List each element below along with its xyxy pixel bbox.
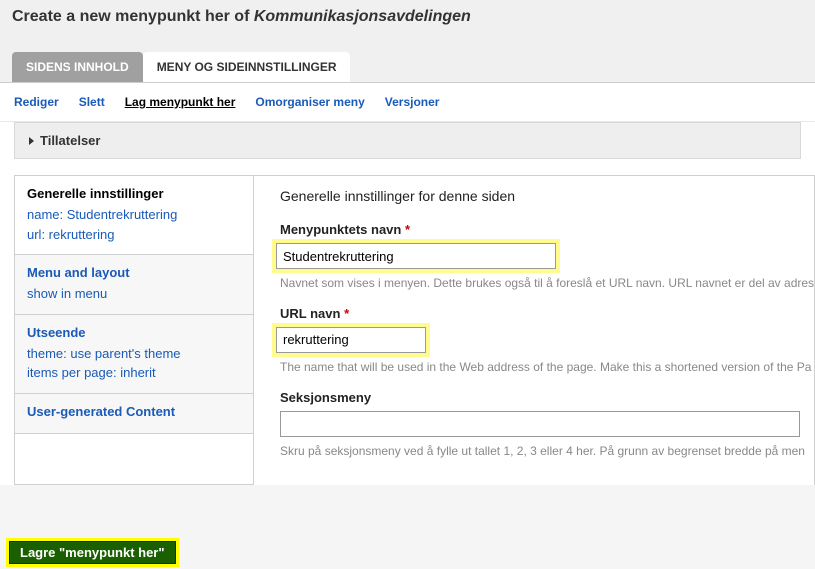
menuname-label-text: Menypunktets navn — [280, 222, 401, 237]
page-header: Create a new menypunkt her of Kommunikas… — [0, 0, 815, 34]
sidebar-appearance-theme: theme: use parent's theme — [27, 344, 241, 364]
highlight-menuname — [276, 243, 556, 269]
subnav-versions[interactable]: Versjoner — [385, 95, 440, 109]
tab-settings[interactable]: MENY OG SIDEINNSTILLINGER — [143, 52, 351, 82]
urlname-input[interactable] — [276, 327, 426, 353]
urlname-label-text: URL navn — [280, 306, 340, 321]
sidebar-appearance-items: items per page: inherit — [27, 363, 241, 383]
urlname-label: URL navn * — [280, 306, 814, 321]
permissions-label: Tillatelser — [40, 133, 100, 148]
tabs-bar: SIDENS INNHOLD MENY OG SIDEINNSTILLINGER — [0, 34, 815, 83]
sidebar-appearance[interactable]: Utseende theme: use parent's theme items… — [15, 315, 253, 394]
form-group-menuname: Menypunktets navn * Navnet som vises i m… — [280, 222, 814, 292]
caret-right-icon — [29, 137, 34, 145]
menuname-help: Navnet som vises i menyen. Dette brukes … — [280, 275, 814, 292]
title-dept: Kommunikasjonsavdelingen — [254, 8, 471, 25]
permissions-bar[interactable]: Tillatelser — [14, 122, 801, 159]
sidebar-menu-line: show in menu — [27, 284, 241, 304]
sidebar-general-url: url: rekruttering — [27, 225, 241, 245]
highlight-urlname — [276, 327, 426, 353]
save-button-highlight: Lagre "menypunkt her" — [6, 538, 179, 567]
sidebar-menu[interactable]: Menu and layout show in menu — [15, 255, 253, 315]
section-help: Skru på seksjonsmeny ved å fylle ut tall… — [280, 443, 814, 460]
sidebar-general[interactable]: Generelle innstillinger name: Studentrek… — [15, 176, 253, 255]
form-group-section: Seksjonsmeny Skru på seksjonsmeny ved å … — [280, 390, 814, 460]
tabs: SIDENS INNHOLD MENY OG SIDEINNSTILLINGER — [12, 52, 803, 82]
content: Generelle innstillinger name: Studentrek… — [14, 175, 815, 485]
subnav-edit[interactable]: Rediger — [14, 95, 59, 109]
required-star: * — [405, 222, 410, 237]
required-star: * — [344, 306, 349, 321]
form-heading: Generelle innstillinger for denne siden — [280, 188, 814, 204]
sidebar-general-name: name: Studentrekruttering — [27, 205, 241, 225]
title-prefix: Create a new menypunkt her of — [12, 8, 254, 25]
sidebar-menu-title: Menu and layout — [27, 265, 241, 280]
menuname-label: Menypunktets navn * — [280, 222, 814, 237]
tab-content[interactable]: SIDENS INNHOLD — [12, 52, 143, 82]
page-title: Create a new menypunkt her of Kommunikas… — [12, 8, 803, 26]
section-label: Seksjonsmeny — [280, 390, 814, 405]
sidebar-appearance-title: Utseende — [27, 325, 241, 340]
section-input[interactable] — [280, 411, 800, 437]
form-group-urlname: URL navn * The name that will be used in… — [280, 306, 814, 376]
subnav-delete[interactable]: Slett — [79, 95, 105, 109]
sidebar-ugc-title: User-generated Content — [27, 404, 241, 419]
sidebar-ugc[interactable]: User-generated Content — [15, 394, 253, 434]
urlname-help: The name that will be used in the Web ad… — [280, 359, 814, 376]
sidebar-general-title: Generelle innstillinger — [27, 186, 241, 201]
form-area: Generelle innstillinger for denne siden … — [254, 176, 815, 485]
menuname-input[interactable] — [276, 243, 556, 269]
sidebar: Generelle innstillinger name: Studentrek… — [14, 176, 254, 485]
subnav-current[interactable]: Lag menypunkt her — [125, 95, 236, 109]
subnav-reorg[interactable]: Omorganiser meny — [255, 95, 364, 109]
subnav: Rediger Slett Lag menypunkt her Omorgani… — [0, 83, 815, 122]
save-button[interactable]: Lagre "menypunkt her" — [9, 541, 176, 564]
